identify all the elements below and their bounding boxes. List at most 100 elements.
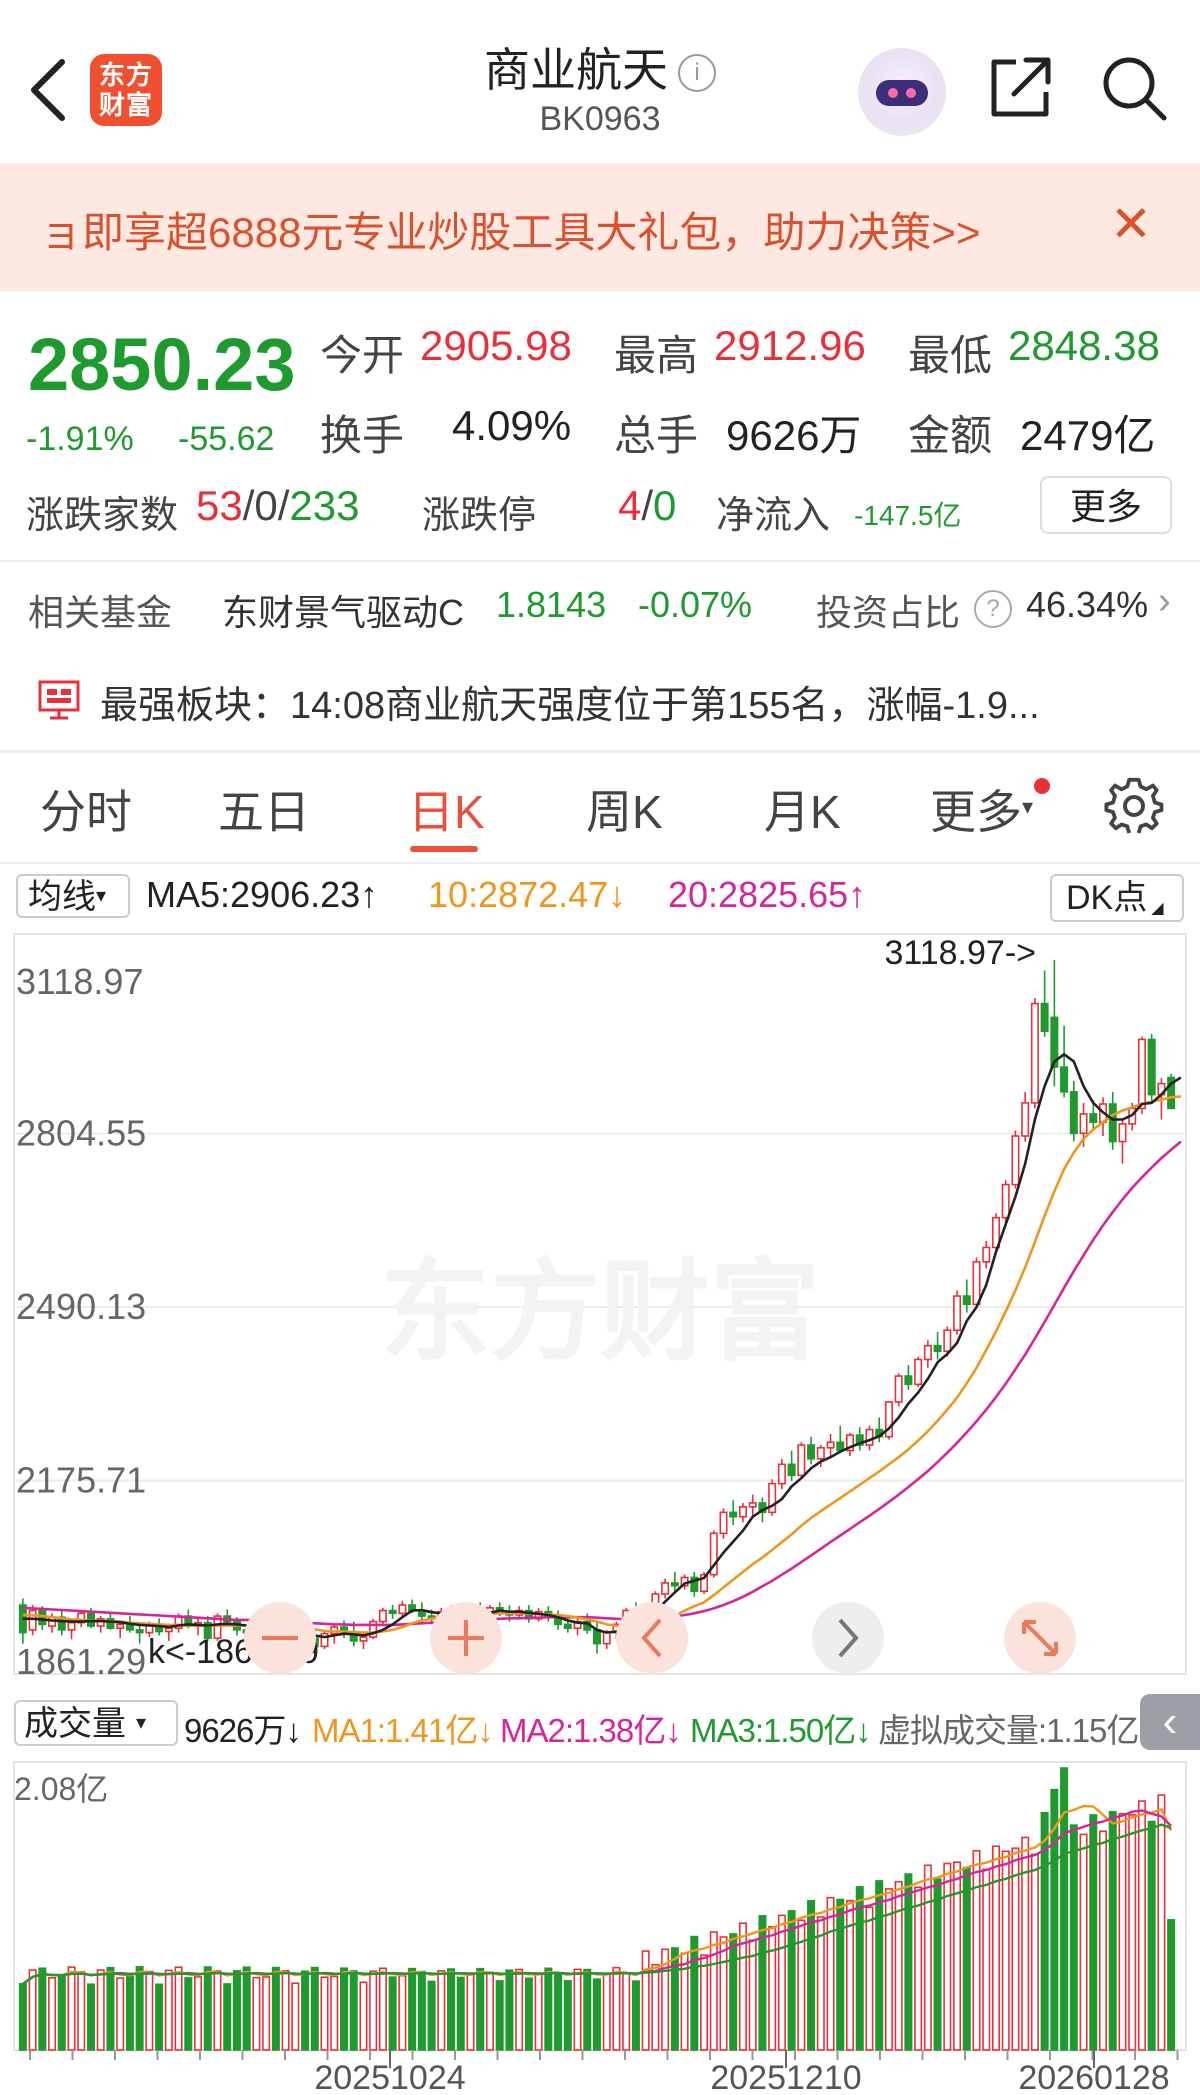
- ma-select[interactable]: 均线▾: [16, 874, 130, 918]
- candle-body: [164, 1627, 173, 1633]
- board-icon: [38, 680, 80, 720]
- volume-bar: [991, 1845, 1000, 2051]
- dk-point-button[interactable]: DK点 ◢: [1050, 874, 1184, 922]
- volume-bar: [378, 1967, 387, 2051]
- strongest-sector-text[interactable]: 最强板块：14:08商业航天强度位于第155名，涨幅-1.9...: [100, 674, 1040, 729]
- volume-bar: [271, 1966, 280, 2051]
- y-axis-labels: 3118.97 2804.55 2490.13 2175.71 1861.29: [16, 961, 146, 1682]
- volume-bar: [1137, 1800, 1146, 2051]
- open-value: 2905.98: [420, 322, 572, 369]
- tab-daily-k[interactable]: 日K: [408, 776, 485, 842]
- gear-icon[interactable]: [1104, 776, 1164, 836]
- volume-bar: [495, 1980, 504, 2051]
- volume-bar: [1157, 1794, 1166, 2051]
- volume-bar: [1069, 1824, 1078, 2051]
- promo-banner[interactable]: ョ即享超6888元专业炒股工具大礼包，助力决策>> ✕: [0, 163, 1200, 291]
- candle-body: [729, 1511, 738, 1518]
- investment-ratio-label: 投资占比: [816, 592, 961, 633]
- volume-bar: [1030, 1853, 1039, 2051]
- fund-name[interactable]: 东财景气驱动C: [222, 584, 464, 636]
- candle-body: [914, 1358, 923, 1386]
- close-icon[interactable]: ✕: [1110, 195, 1152, 253]
- updown-count-value: 53/0/233: [196, 482, 360, 530]
- down-count: 233: [289, 482, 360, 529]
- volume-bar: [719, 1936, 728, 2051]
- volume-select[interactable]: 成交量 ▾: [14, 1700, 178, 1746]
- y-tick-label: 2490.13: [16, 1286, 146, 1327]
- volume-bar: [281, 1970, 290, 2051]
- volume-bar: [914, 1886, 923, 2051]
- volume-bar: [164, 1969, 173, 2051]
- volume-bar: [359, 1981, 368, 2051]
- more-button[interactable]: 更多: [1040, 476, 1172, 534]
- candle-body: [1089, 1113, 1098, 1124]
- tab-intraday[interactable]: 分时: [40, 776, 132, 842]
- related-fund-label: 相关基金: [28, 592, 173, 633]
- candle-body: [923, 1344, 932, 1361]
- max-price-annotation: 3118.97->: [884, 934, 1036, 972]
- volume-bar: [48, 1977, 57, 2051]
- chart-nav-buttons: [244, 1602, 1076, 1674]
- chevron-right-icon[interactable]: ›: [1158, 580, 1171, 623]
- volume-bar: [203, 1966, 212, 2051]
- candle-body: [135, 1629, 144, 1634]
- volume-bar: [135, 1966, 144, 2051]
- candle-body: [738, 1506, 747, 1518]
- candle-body: [943, 1329, 952, 1353]
- share-icon[interactable]: [986, 52, 1056, 122]
- help-icon[interactable]: ?: [974, 590, 1012, 628]
- netflow-label: 净流入: [716, 495, 831, 537]
- current-price: 2850.23: [28, 323, 296, 406]
- volume-bar: [437, 1970, 446, 2051]
- watermark: 东方财富: [380, 1251, 820, 1374]
- candle-body: [797, 1444, 806, 1477]
- volume-bar: [894, 1880, 903, 2051]
- volume-bar: [408, 1967, 417, 2051]
- volume-bar: [18, 1983, 27, 2051]
- fund-change: -0.07%: [638, 584, 753, 625]
- volume-bar: [1079, 1833, 1088, 2051]
- volume-bar: [145, 1970, 154, 2051]
- tab-weekly-k[interactable]: 周K: [586, 776, 663, 842]
- volume-bar: [1099, 1830, 1108, 2051]
- scroll-right-button[interactable]: [812, 1602, 884, 1674]
- corner-triangle-icon: ◢: [1151, 900, 1164, 917]
- volume-bar: [223, 1983, 232, 2051]
- volume-bar: [1060, 1767, 1069, 2051]
- tab-more[interactable]: 更多▾: [930, 776, 1033, 842]
- volume-bar: [826, 1896, 835, 2051]
- info-icon[interactable]: i: [678, 54, 716, 92]
- fund-nav: 1.8143: [496, 584, 607, 625]
- divider: [0, 862, 1200, 864]
- dropdown-caret-icon: ▾: [136, 1712, 147, 1734]
- volume-bar: [28, 1969, 37, 2051]
- open-label: 今开: [320, 332, 405, 379]
- volume-bar: [622, 1972, 631, 2051]
- vol-ma3: MA3:1.50亿↓: [690, 1712, 872, 1749]
- scroll-left-button[interactable]: [616, 1602, 688, 1674]
- separator: /: [242, 482, 255, 529]
- volume-bar: [252, 1976, 261, 2051]
- min-price-arrow: k<-: [148, 1633, 196, 1671]
- candle-body: [787, 1463, 796, 1477]
- volume-bar: [86, 1983, 95, 2051]
- divider: [0, 560, 1200, 562]
- collapse-panel-button[interactable]: ‹: [1140, 1694, 1200, 1750]
- kline-chart[interactable]: 东方财富 3118.97 2804.55 2490.13 2175.71 1861.29…: [0, 930, 1200, 1690]
- flat-count: 0: [254, 482, 278, 529]
- volume-chart[interactable]: 2.08亿 20251024 20251210 20260128: [0, 1754, 1200, 2095]
- volume-bar: [1108, 1811, 1117, 2051]
- volume-bar: [631, 1980, 640, 2051]
- search-icon[interactable]: [1098, 52, 1170, 124]
- candle-body: [1021, 1102, 1030, 1137]
- investment-ratio: 46.34%: [1026, 584, 1149, 625]
- ai-assistant-icon[interactable]: [858, 48, 946, 136]
- volume-bar: [116, 1977, 125, 2051]
- volume-bar: [505, 1969, 514, 2051]
- up-count: 53: [196, 482, 243, 529]
- tab-monthly-k[interactable]: 月K: [764, 776, 841, 842]
- tab-five-day[interactable]: 五日: [218, 776, 310, 842]
- volume-bar: [301, 1970, 310, 2051]
- promo-text[interactable]: ョ即享超6888元专业炒股工具大礼包，助力决策>>: [40, 199, 981, 260]
- candle-body: [1040, 1002, 1049, 1032]
